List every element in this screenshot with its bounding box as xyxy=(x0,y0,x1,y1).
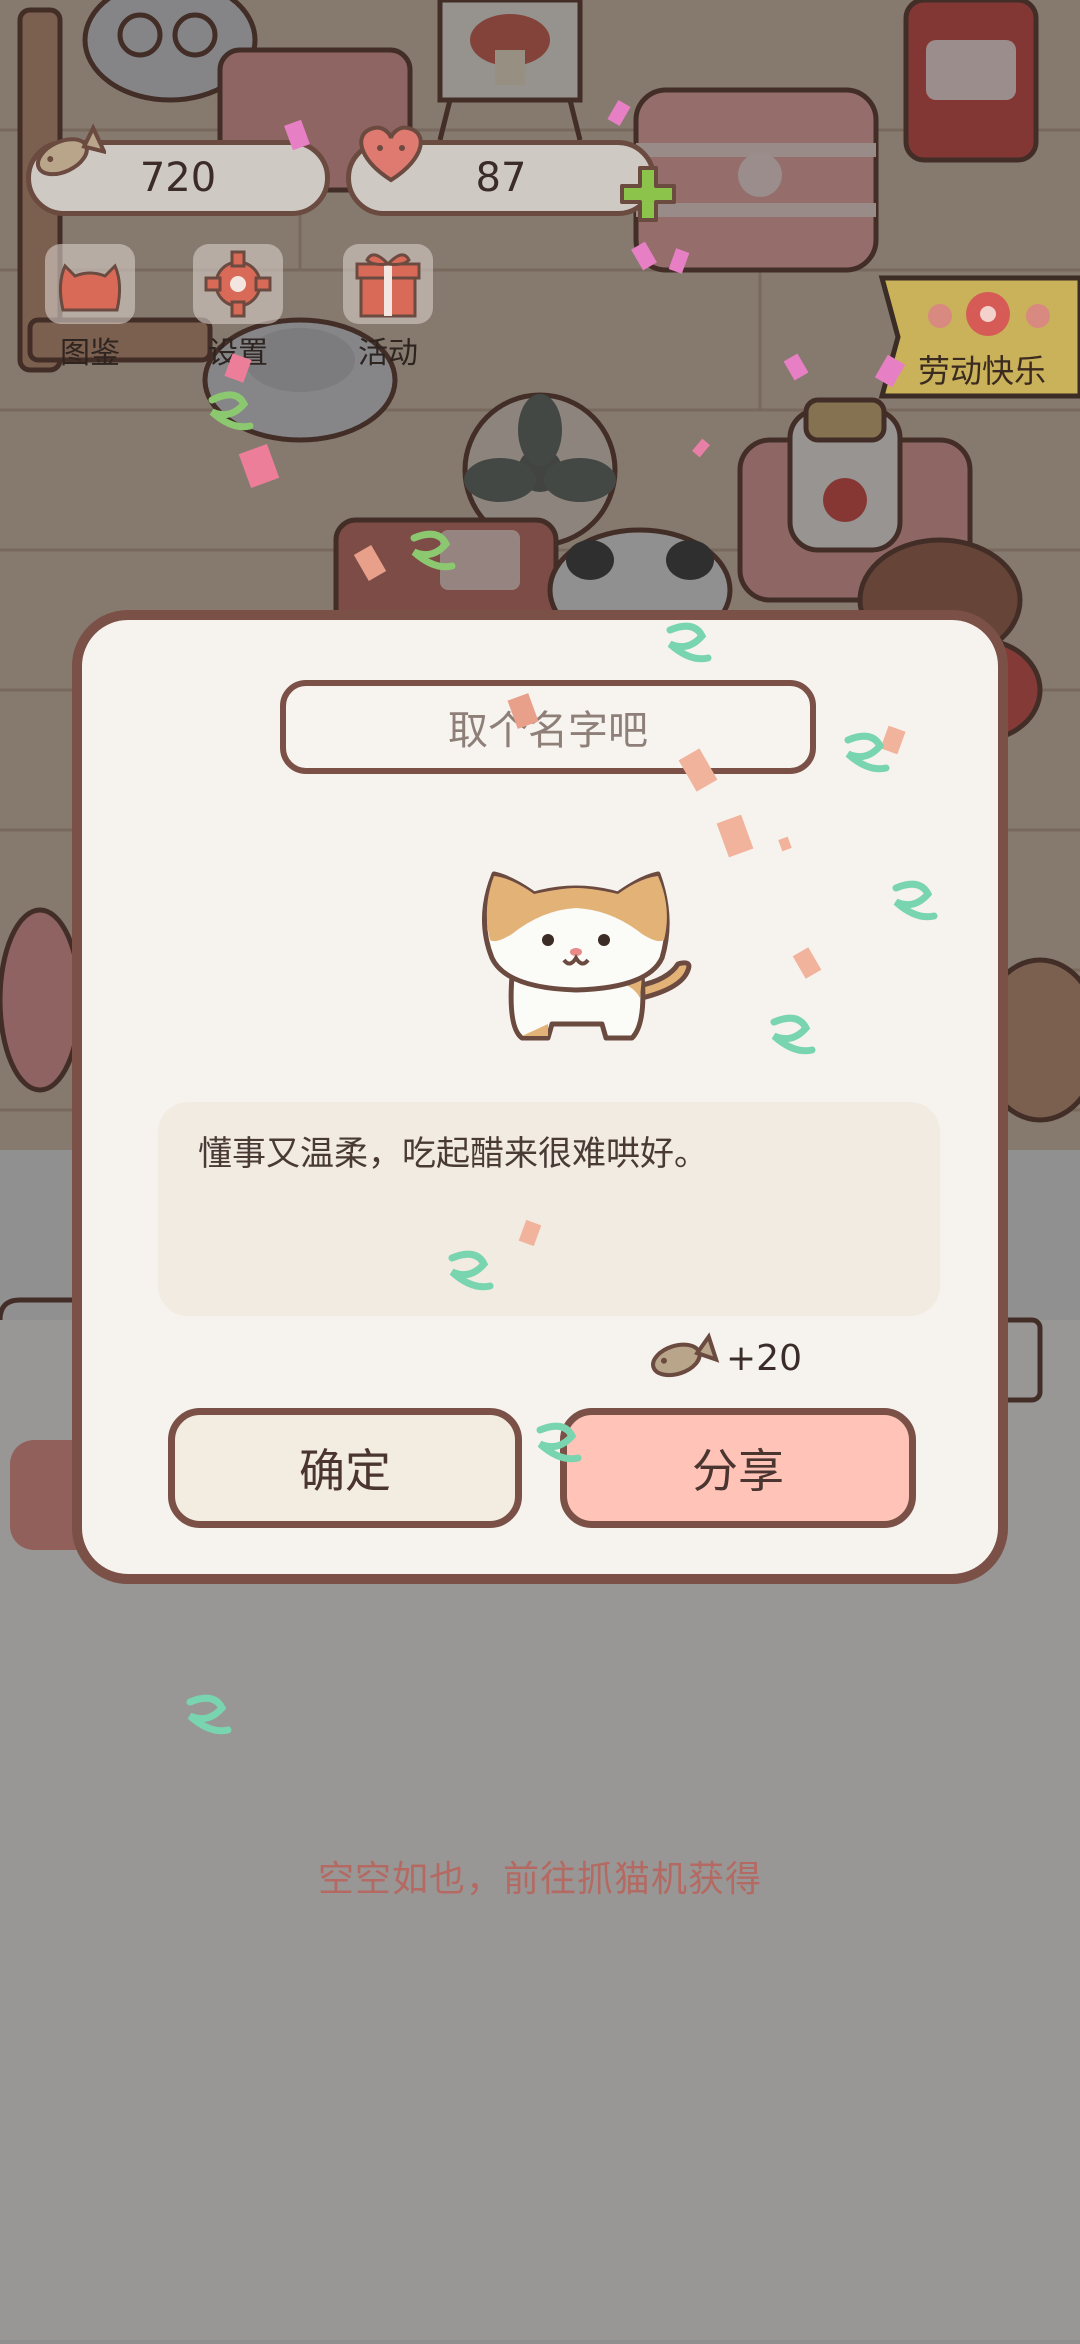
confirm-button[interactable]: 确定 xyxy=(168,1408,522,1528)
share-button[interactable]: 分享 xyxy=(560,1408,916,1528)
fish-count: 720 xyxy=(139,155,217,201)
gift-icon xyxy=(343,244,433,324)
cat-description-box: 懂事又温柔，吃起醋来很难哄好。 xyxy=(158,1102,940,1316)
reward-amount: +20 xyxy=(726,1337,802,1379)
name-placeholder: 取个名字吧 xyxy=(448,708,648,754)
banner-label: 劳动快乐 xyxy=(918,352,1047,390)
heart-icon xyxy=(359,125,423,183)
share-reward: +20 xyxy=(644,1330,802,1386)
heart-count: 87 xyxy=(475,155,527,201)
confirm-label: 确定 xyxy=(299,1444,391,1498)
empty-state-text: 空空如也，前往抓猫机获得 xyxy=(317,1859,762,1900)
collection-button[interactable]: 图鉴 xyxy=(28,244,152,384)
cat-face-icon xyxy=(45,244,135,324)
events-label: 活动 xyxy=(358,336,418,371)
labor-day-banner[interactable]: 劳动快乐 xyxy=(878,272,1080,400)
collection-label: 图鉴 xyxy=(60,336,120,371)
fish-icon xyxy=(35,123,106,177)
cat-portrait xyxy=(482,871,692,1041)
fish-icon xyxy=(651,1332,720,1378)
settings-label: 设置 xyxy=(208,336,268,371)
cat-name-input[interactable]: 取个名字吧 xyxy=(280,680,816,774)
add-gems-button[interactable] xyxy=(616,162,680,226)
cat-description: 懂事又温柔，吃起醋来很难哄好。 xyxy=(198,1134,708,1174)
events-button[interactable]: 活动 xyxy=(326,244,450,384)
name-cat-dialog: 取个名字吧 懂事又温柔，吃起醋来很难哄好。 +20 确定 分享 xyxy=(72,610,1008,1584)
settings-button[interactable]: 设置 xyxy=(176,244,300,384)
gear-icon xyxy=(193,244,283,324)
share-label: 分享 xyxy=(692,1444,784,1498)
